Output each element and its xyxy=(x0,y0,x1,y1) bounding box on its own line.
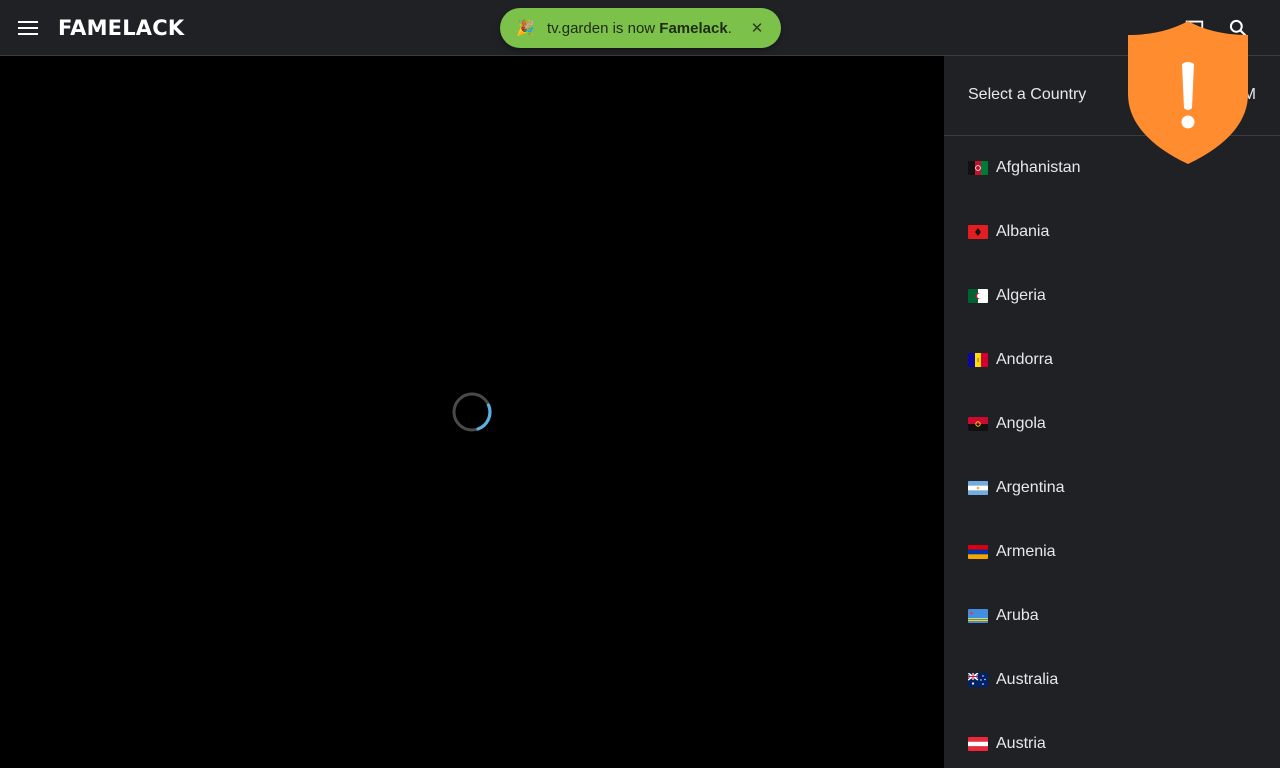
country-name: Aruba xyxy=(996,607,1039,624)
country-panel-title: Select a Country xyxy=(968,86,1087,103)
country-item-aruba[interactable]: Aruba xyxy=(944,584,1280,648)
menu-button[interactable] xyxy=(16,16,40,40)
country-name: Austria xyxy=(996,735,1046,752)
toast-brand: Famelack xyxy=(659,19,728,37)
party-icon: 🎉 xyxy=(516,20,535,37)
albania-flag-icon xyxy=(968,225,988,239)
armenia-flag-icon xyxy=(968,545,988,559)
country-name: Albania xyxy=(996,223,1050,240)
angola-flag-icon xyxy=(968,417,988,431)
country-name: Afghanistan xyxy=(996,159,1081,176)
country-item-armenia[interactable]: Armenia xyxy=(944,520,1280,584)
logo[interactable]: FAMELACK xyxy=(58,13,184,43)
loading-spinner-icon xyxy=(452,392,492,432)
country-item-algeria[interactable]: Algeria xyxy=(944,264,1280,328)
country-list: Afghanistan Albania Algeria Andorra Ango… xyxy=(944,136,1280,768)
country-item-australia[interactable]: Australia xyxy=(944,648,1280,712)
aruba-flag-icon xyxy=(968,609,988,623)
country-name: Algeria xyxy=(996,287,1046,304)
country-name: Angola xyxy=(996,415,1046,432)
country-item-argentina[interactable]: Argentina xyxy=(944,456,1280,520)
rename-toast: 🎉 tv.garden is now Famelack. ✕ xyxy=(500,8,781,48)
country-item-angola[interactable]: Angola xyxy=(944,392,1280,456)
menu-icon xyxy=(18,21,38,35)
austria-flag-icon xyxy=(968,737,988,751)
toast-text-suffix: . xyxy=(727,19,732,37)
afghanistan-flag-icon xyxy=(968,161,988,175)
warning-shield-icon[interactable] xyxy=(1124,18,1252,166)
toast-message: tv.garden is now Famelack. xyxy=(547,20,732,37)
argentina-flag-icon xyxy=(968,481,988,495)
close-icon: ✕ xyxy=(750,20,764,37)
country-name: Armenia xyxy=(996,543,1056,560)
australia-flag-icon xyxy=(968,673,988,687)
algeria-flag-icon xyxy=(968,289,988,303)
toast-text-prefix: tv.garden is now xyxy=(547,19,660,37)
country-name: Andorra xyxy=(996,351,1053,368)
andorra-flag-icon xyxy=(968,353,988,367)
country-name: Argentina xyxy=(996,479,1065,496)
toast-close-button[interactable]: ✕ xyxy=(747,18,767,38)
top-bar: FAMELACK 🎉 tv.garden is now Famelack. ✕ xyxy=(0,0,1280,56)
country-item-albania[interactable]: Albania xyxy=(944,200,1280,264)
country-item-andorra[interactable]: Andorra xyxy=(944,328,1280,392)
country-name: Australia xyxy=(996,671,1059,688)
country-item-austria[interactable]: Austria xyxy=(944,712,1280,768)
